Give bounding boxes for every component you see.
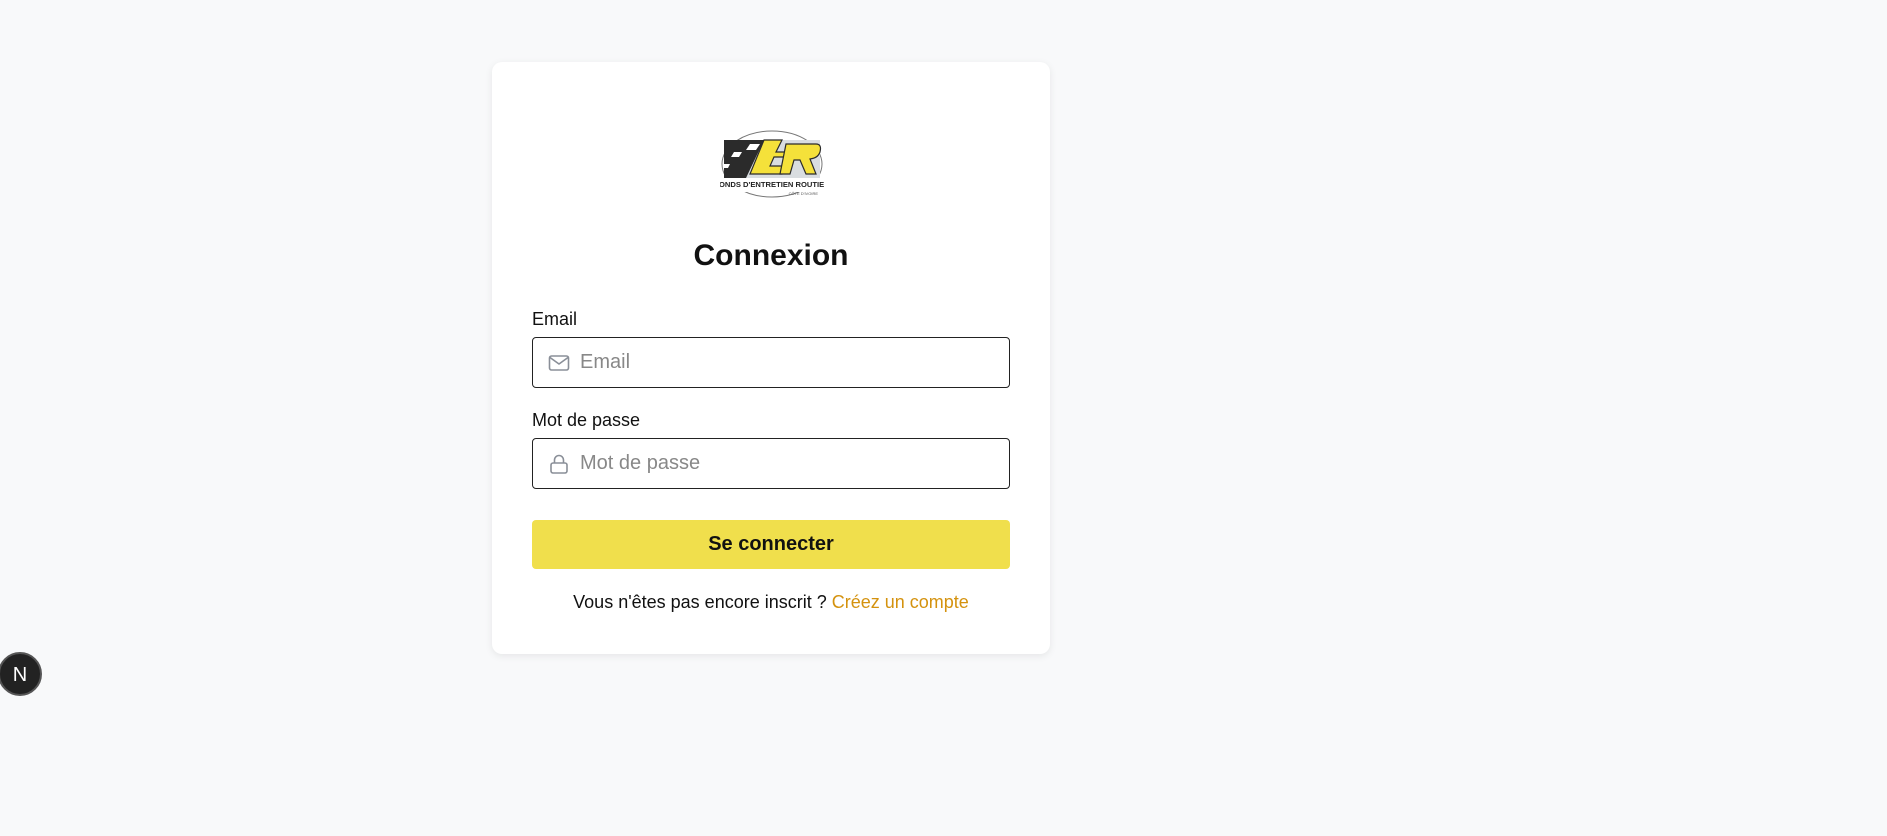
- mail-icon: [547, 351, 571, 375]
- email-label: Email: [532, 309, 578, 329]
- page-title: Connexion: [693, 239, 849, 272]
- lock-icon: [547, 452, 571, 476]
- email-field[interactable]: [532, 337, 1010, 388]
- password-label: Mot de passe: [532, 410, 641, 430]
- fer-logo: FONDS D'ENTRETIEN ROUTIER CÔTE D'IVOIRE: [720, 130, 824, 198]
- password-field[interactable]: [532, 438, 1010, 489]
- create-account-link[interactable]: Créez un compte: [832, 592, 969, 612]
- email-input[interactable]: [580, 338, 1000, 387]
- login-card: FONDS D'ENTRETIEN ROUTIER CÔTE D'IVOIRE …: [492, 62, 1050, 654]
- password-input[interactable]: [580, 439, 1000, 488]
- signup-prompt: Vous n'êtes pas encore inscrit ? Créez u…: [492, 591, 1050, 613]
- logo-text: FONDS D'ENTRETIEN ROUTIER: [720, 180, 824, 189]
- dev-tools-badge[interactable]: N: [0, 652, 42, 696]
- signup-text: Vous n'êtes pas encore inscrit ?: [573, 592, 832, 612]
- logo-subtext: CÔTE D'IVOIRE: [789, 191, 819, 196]
- login-button[interactable]: Se connecter: [532, 520, 1010, 569]
